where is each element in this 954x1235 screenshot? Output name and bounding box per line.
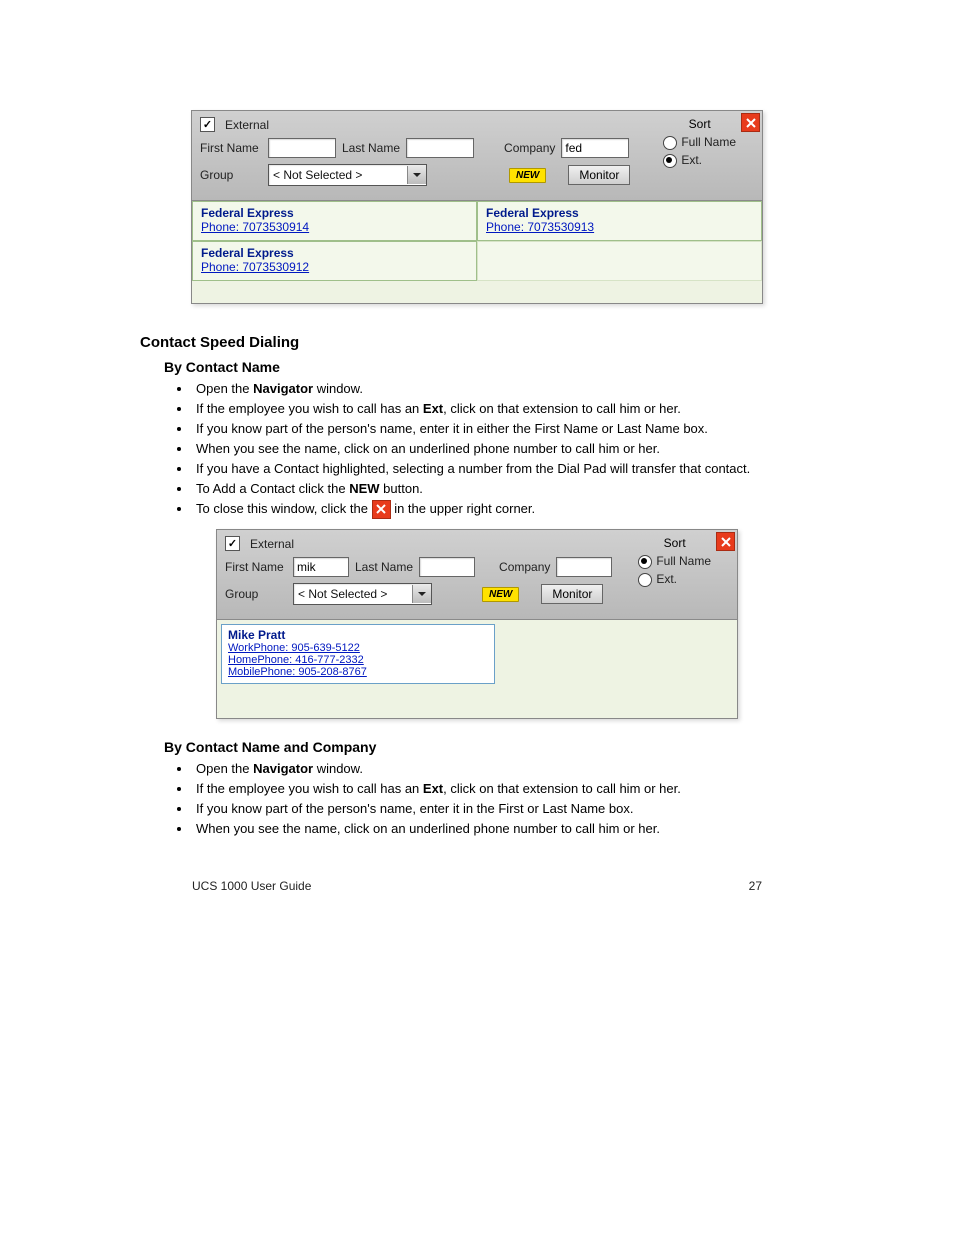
external-label: External <box>225 118 269 132</box>
radio-ext-label: Ext. <box>656 572 677 586</box>
bullet-item: To close this window, click the in the u… <box>192 499 814 519</box>
mobilephone-link[interactable]: MobilePhone: 905-208-8767 <box>228 666 488 678</box>
phone-link[interactable]: Phone: 7073530914 <box>201 220 468 234</box>
bullet-item: Open the Navigator window. <box>192 379 814 399</box>
external-checkbox[interactable]: ✓ <box>200 117 215 132</box>
navigator-panel-1: ✓ External First Name Last Name Company … <box>191 110 763 304</box>
radio-fullname[interactable] <box>663 136 677 150</box>
bullet-item: Open the Navigator window. <box>192 759 814 779</box>
lastname-label: Last Name <box>355 560 413 574</box>
company-label: Company <box>504 141 555 155</box>
footer-page: 27 <box>749 879 762 893</box>
firstname-label: First Name <box>200 141 262 155</box>
monitor-button[interactable]: Monitor <box>541 584 603 604</box>
external-label: External <box>250 537 294 551</box>
bullet-item: To Add a Contact click the NEW button. <box>192 479 814 499</box>
workphone-link[interactable]: WorkPhone: 905-639-5122 <box>228 642 488 654</box>
chevron-down-icon <box>412 585 431 603</box>
group-value: < Not Selected > <box>294 587 412 601</box>
heading-main: Contact Speed Dialing <box>140 334 814 351</box>
page-footer: UCS 1000 User Guide 27 <box>192 849 762 903</box>
group-label: Group <box>200 168 262 182</box>
panel-header: ✓ External First Name Last Name Company … <box>192 111 762 201</box>
heading-sub-b: By Contact Name and Company <box>164 739 814 755</box>
result-title: Federal Express <box>201 206 468 220</box>
result-item[interactable]: Federal Express Phone: 7073530912 <box>192 241 477 281</box>
group-label: Group <box>225 587 287 601</box>
lastname-label: Last Name <box>342 141 400 155</box>
result-title: Federal Express <box>486 206 753 220</box>
sort-label: Sort <box>663 115 736 133</box>
radio-ext-label: Ext. <box>681 153 702 167</box>
homephone-link[interactable]: HomePhone: 416-777-2332 <box>228 654 488 666</box>
bullet-item: If you have a Contact highlighted, selec… <box>192 459 814 479</box>
company-label: Company <box>499 560 550 574</box>
bullet-list-b: Open the Navigator window. If the employ… <box>176 759 814 839</box>
bullet-item: When you see the name, click on an under… <box>192 819 814 839</box>
group-select[interactable]: < Not Selected > <box>293 583 432 605</box>
firstname-input[interactable] <box>268 138 336 158</box>
results-area: Mike Pratt WorkPhone: 905-639-5122 HomeP… <box>217 620 737 718</box>
bullet-item: If the employee you wish to call has an … <box>192 779 814 799</box>
sort-group: Sort Full Name Ext. <box>638 534 711 588</box>
close-icon[interactable] <box>716 532 735 551</box>
radio-ext[interactable] <box>663 154 677 168</box>
heading-sub-a: By Contact Name <box>164 359 814 375</box>
navigator-panel-2: ✓ External First Name Last Name Company … <box>216 529 738 719</box>
bullet-list-a: Open the Navigator window. If the employ… <box>176 379 814 519</box>
bullet-item: If you know part of the person's name, e… <box>192 799 814 819</box>
sort-label: Sort <box>638 534 711 552</box>
bullet-item: When you see the name, click on an under… <box>192 439 814 459</box>
new-button[interactable]: NEW <box>509 168 546 183</box>
footer-title: UCS 1000 User Guide <box>192 879 311 893</box>
close-icon <box>372 500 391 519</box>
group-value: < Not Selected > <box>269 168 407 182</box>
monitor-button[interactable]: Monitor <box>568 165 630 185</box>
chevron-down-icon <box>407 166 426 184</box>
lastname-input[interactable] <box>419 557 475 577</box>
empty-cell <box>477 241 762 281</box>
result-title: Federal Express <box>201 246 468 260</box>
results-pad <box>192 281 762 303</box>
group-select[interactable]: < Not Selected > <box>268 164 427 186</box>
result-title: Mike Pratt <box>228 628 488 642</box>
panel-header: ✓ External First Name Last Name Company … <box>217 530 737 620</box>
bullet-item: If the employee you wish to call has an … <box>192 399 814 419</box>
external-checkbox[interactable]: ✓ <box>225 536 240 551</box>
radio-fullname[interactable] <box>638 555 652 569</box>
company-input[interactable] <box>556 557 612 577</box>
phone-link[interactable]: Phone: 7073530913 <box>486 220 753 234</box>
bullet-item: If you know part of the person's name, e… <box>192 419 814 439</box>
firstname-input[interactable] <box>293 557 349 577</box>
results-grid: Federal Express Phone: 7073530914 Federa… <box>192 201 762 281</box>
result-item[interactable]: Federal Express Phone: 7073530913 <box>477 201 762 241</box>
radio-ext[interactable] <box>638 573 652 587</box>
new-button[interactable]: NEW <box>482 587 519 602</box>
radio-fullname-label: Full Name <box>681 135 736 149</box>
phone-link[interactable]: Phone: 7073530912 <box>201 260 468 274</box>
result-item[interactable]: Federal Express Phone: 7073530914 <box>192 201 477 241</box>
lastname-input[interactable] <box>406 138 474 158</box>
close-icon[interactable] <box>741 113 760 132</box>
firstname-label: First Name <box>225 560 287 574</box>
radio-fullname-label: Full Name <box>656 554 711 568</box>
sort-group: Sort Full Name Ext. <box>663 115 736 169</box>
result-card[interactable]: Mike Pratt WorkPhone: 905-639-5122 HomeP… <box>221 624 495 684</box>
company-input[interactable] <box>561 138 629 158</box>
